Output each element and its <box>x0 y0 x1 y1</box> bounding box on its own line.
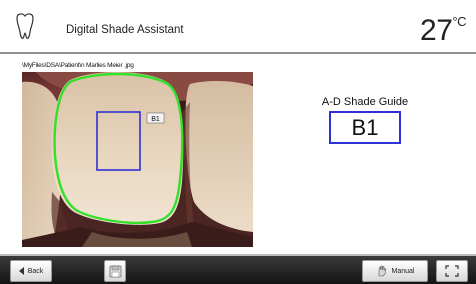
temperature-value: 27 <box>420 14 453 47</box>
fullscreen-icon <box>445 265 459 277</box>
shade-guide-label: A-D Shade Guide <box>321 96 409 108</box>
shade-result-value: B1 <box>329 111 401 144</box>
back-arrow-icon <box>18 267 24 275</box>
save-button[interactable] <box>104 260 126 282</box>
region-label: B1 <box>151 116 160 123</box>
footer-toolbar: Back Manual <box>0 256 476 284</box>
manual-button-label: Manual <box>391 267 415 275</box>
fullscreen-button[interactable] <box>436 260 468 282</box>
temperature-readout: 27°C <box>420 14 466 48</box>
tooth-photo-canvas: B1 <box>22 72 253 247</box>
header-divider <box>0 52 476 54</box>
header-bar: Digital Shade Assistant 27°C <box>0 0 476 52</box>
back-button-label: Back <box>27 267 44 275</box>
image-file-path: \MyFiles\DSA\Patient\n Marlies Meier .jp… <box>22 62 134 69</box>
save-disk-icon <box>109 265 121 277</box>
temperature-unit: °C <box>452 14 466 29</box>
back-button[interactable]: Back <box>10 260 52 282</box>
tooth-photo[interactable]: B1 <box>22 72 253 247</box>
tooth-icon <box>16 13 34 39</box>
manual-hand-icon <box>378 265 386 277</box>
manual-button[interactable]: Manual <box>362 260 428 282</box>
app-title: Digital Shade Assistant <box>66 24 184 36</box>
